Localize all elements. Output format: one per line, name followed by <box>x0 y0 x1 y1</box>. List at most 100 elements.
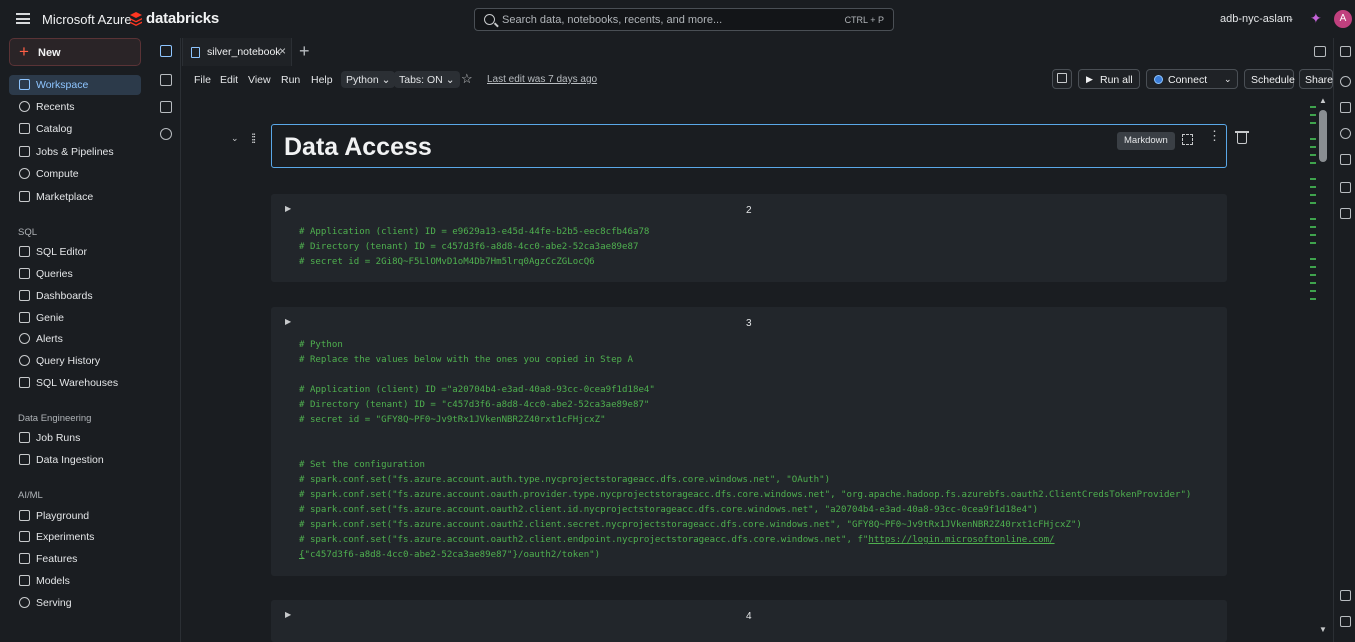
tab-silver-notebook[interactable]: silver_notebook × <box>182 38 292 66</box>
expand-icon[interactable] <box>1182 134 1193 145</box>
sidebar-item-serving[interactable]: Serving <box>9 593 141 613</box>
code-editor[interactable]: # Application (client) ID = e9629a13-e45… <box>299 225 649 270</box>
code-link[interactable]: https://login.microsoftonline.com/ <box>868 535 1054 545</box>
databricks-brand[interactable]: databricks <box>146 10 219 27</box>
cell-number: 2 <box>746 205 752 216</box>
sidebar-item-data-ingestion[interactable]: Data Ingestion <box>9 450 141 470</box>
assistant-sparkle-icon[interactable]: ✦ <box>1310 10 1322 27</box>
sidebar-item-queries[interactable]: Queries <box>9 264 141 284</box>
run-all-button[interactable]: ▶ Run all <box>1078 69 1140 89</box>
cell-number: 4 <box>746 611 752 622</box>
tabs-setting-select[interactable]: Tabs: ON ⌄ <box>394 71 460 88</box>
sidebar-item-genie[interactable]: Genie <box>9 308 141 328</box>
markdown-cell[interactable]: Data Access Markdown ⋮ <box>271 124 1227 168</box>
azure-brand[interactable]: Microsoft Azure <box>42 12 132 27</box>
cell-number: 3 <box>746 318 752 329</box>
global-search[interactable]: Search data, notebooks, recents, and mor… <box>474 8 894 31</box>
right-tool-rail <box>1333 38 1355 642</box>
code-cell-2[interactable]: ▶ 2 # Application (client) ID = e9629a13… <box>271 194 1227 282</box>
sidebar-item-compute[interactable]: Compute <box>9 164 141 184</box>
last-edit-link[interactable]: Last edit was 7 days ago <box>487 74 597 85</box>
panel-toggle-icon[interactable] <box>1340 46 1351 57</box>
sidebar-item-models[interactable]: Models <box>9 571 141 591</box>
table-of-contents-icon[interactable] <box>160 74 172 86</box>
sidebar-item-sql-warehouses[interactable]: SQL Warehouses <box>9 373 141 393</box>
close-icon[interactable]: × <box>279 44 286 58</box>
layout-toggle-button[interactable] <box>1052 69 1072 89</box>
scrollbar-thumb[interactable] <box>1319 110 1327 162</box>
assistant-icon[interactable] <box>1340 208 1351 219</box>
collapse-chevron-icon[interactable]: ⌄ <box>231 133 239 144</box>
minimap-mark <box>1310 226 1316 228</box>
code-cell-4[interactable]: ▶ 4 <box>271 600 1227 642</box>
sidebar-item-sql-editor[interactable]: SQL Editor <box>9 242 141 262</box>
chevron-down-icon: ⌄ <box>1224 74 1232 84</box>
vertical-scrollbar[interactable]: ▲ ▼ <box>1318 96 1328 634</box>
keyboard-shortcuts-icon[interactable] <box>1340 590 1351 601</box>
menu-view[interactable]: View <box>248 74 271 86</box>
run-cell-icon[interactable]: ▶ <box>285 204 291 213</box>
folder-icon[interactable] <box>160 101 172 113</box>
menu-edit[interactable]: Edit <box>220 74 238 86</box>
menu-file[interactable]: File <box>194 74 211 86</box>
chevron-down-icon[interactable]: ⌄ <box>1287 13 1295 24</box>
sidebar-item-job-runs[interactable]: Job Runs <box>9 428 141 448</box>
sidebar-item-label: Catalog <box>36 123 73 135</box>
chevron-down-icon: ⌄ <box>445 74 455 86</box>
sidebar-item-playground[interactable]: Playground <box>9 506 141 526</box>
sidebar-item-alerts[interactable]: Alerts <box>9 329 141 349</box>
new-button[interactable]: + New <box>9 38 141 66</box>
run-cell-icon[interactable]: ▶ <box>285 610 291 619</box>
variables-icon[interactable] <box>1340 154 1351 165</box>
sidebar-item-label: Compute <box>36 168 79 180</box>
share-button[interactable]: Share <box>1299 69 1333 89</box>
sidebar-item-marketplace[interactable]: Marketplace <box>9 187 141 207</box>
bell-icon <box>19 333 30 344</box>
connect-button[interactable]: Connect ⌄ <box>1146 69 1238 89</box>
sliders-icon[interactable] <box>1340 182 1351 193</box>
code-line: # spark.conf.set("fs.azure.account.oauth… <box>299 505 1039 515</box>
run-cell-icon[interactable]: ▶ <box>285 317 291 326</box>
history-icon[interactable] <box>1340 128 1351 139</box>
code-cell-3[interactable]: ▶ 3 # Python # Replace the values below w… <box>271 307 1227 576</box>
sidebar-item-features[interactable]: Features <box>9 549 141 569</box>
notebook-canvas: ⌄ ⁞⁞ Data Access Markdown ⋮ ▶ 2 # Applic… <box>182 94 1309 642</box>
more-options-icon[interactable]: ⋮ <box>1208 129 1221 142</box>
sidebar-item-query-history[interactable]: Query History <box>9 351 141 371</box>
code-editor[interactable]: # Python # Replace the values below with … <box>299 338 1191 563</box>
add-tab-icon[interactable]: + <box>299 41 310 62</box>
delete-cell-icon[interactable] <box>1235 131 1249 144</box>
sidebar-item-jobs-pipelines[interactable]: Jobs & Pipelines <box>9 142 141 162</box>
sidebar-item-dashboards[interactable]: Dashboards <box>9 286 141 306</box>
shapes-icon[interactable] <box>160 128 172 140</box>
cell-type-badge[interactable]: Markdown <box>1117 132 1175 150</box>
sidebar-item-experiments[interactable]: Experiments <box>9 527 141 547</box>
new-button-label: New <box>38 47 61 59</box>
code-line: # spark.conf.set("fs.azure.account.oauth… <box>299 520 1082 530</box>
minimap-mark <box>1310 146 1316 148</box>
language-label: Python <box>346 74 379 86</box>
terminal-icon[interactable] <box>1340 616 1351 627</box>
workspace-switcher[interactable]: adb-nyc-aslam <box>1220 13 1292 25</box>
avatar[interactable]: A <box>1334 10 1352 28</box>
experiment-flask-icon[interactable] <box>1340 102 1351 113</box>
code-line: # Set the configuration <box>299 460 425 470</box>
sidebar-item-catalog[interactable]: Catalog <box>9 119 141 139</box>
favorite-star-icon[interactable]: ☆ <box>461 71 473 87</box>
home-icon[interactable] <box>160 45 172 57</box>
menu-run[interactable]: Run <box>281 74 300 86</box>
language-select[interactable]: Python ⌄ <box>341 71 396 88</box>
scroll-up-icon[interactable]: ▲ <box>1319 96 1327 105</box>
sidebar-item-recents[interactable]: Recents <box>9 97 141 117</box>
schedule-button[interactable]: Schedule <box>1244 69 1295 89</box>
split-panel-icon[interactable] <box>1314 46 1326 57</box>
cloud-icon <box>19 168 30 179</box>
share-label: Share <box>1305 74 1334 86</box>
comments-icon[interactable] <box>1340 76 1351 87</box>
menu-help[interactable]: Help <box>311 74 333 86</box>
menu-icon[interactable] <box>16 13 30 24</box>
drag-handle-icon[interactable]: ⁞⁞ <box>251 131 256 146</box>
scroll-down-icon[interactable]: ▼ <box>1319 625 1327 634</box>
sidebar-item-workspace[interactable]: Workspace <box>9 75 141 95</box>
